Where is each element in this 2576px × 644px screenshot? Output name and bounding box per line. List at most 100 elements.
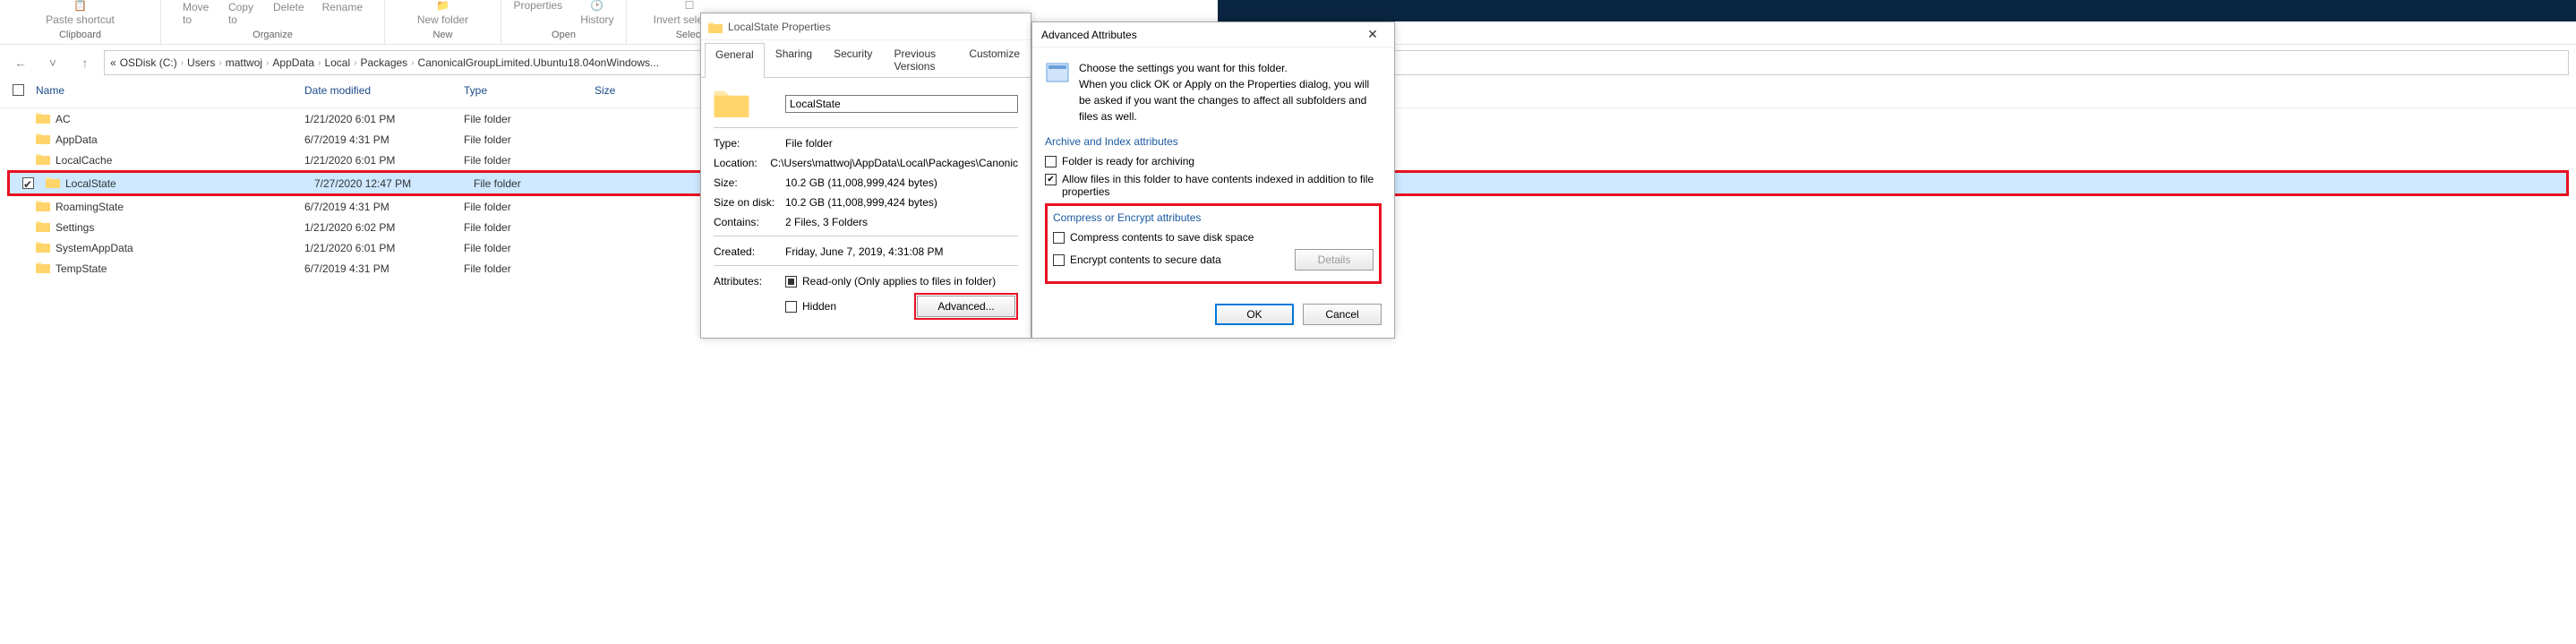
file-name: RoamingState — [56, 201, 304, 213]
folder-name-input[interactable] — [785, 95, 1018, 113]
file-date: 1/21/2020 6:01 PM — [304, 113, 464, 125]
close-button[interactable]: ✕ — [1356, 24, 1389, 46]
file-date: 7/27/2020 12:47 PM — [314, 177, 474, 190]
file-date: 1/21/2020 6:01 PM — [304, 242, 464, 254]
nav-dropdown-button[interactable]: ˅ — [39, 51, 66, 74]
value-size: 10.2 GB (11,008,999,424 bytes) — [785, 176, 1018, 189]
hidden-label: Hidden — [802, 300, 836, 313]
file-type: File folder — [464, 113, 595, 125]
folder-icon — [36, 152, 56, 167]
compress-label: Compress contents to save disk space — [1070, 231, 1254, 244]
rename-button[interactable]: Rename — [319, 1, 366, 13]
ribbon-group-organize: Organize — [252, 26, 293, 44]
folder-icon — [36, 199, 56, 214]
group-archive-index: Archive and Index attributes — [1045, 135, 1382, 148]
label-contains: Contains: — [714, 216, 785, 228]
chevron-right-icon: › — [318, 58, 321, 68]
allow-index-checkbox[interactable]: ✔ — [1045, 174, 1057, 185]
breadcrumb-item[interactable]: Local — [324, 56, 350, 69]
tab-previous-versions[interactable]: Previous Versions — [883, 42, 958, 77]
cancel-button[interactable]: Cancel — [1303, 304, 1382, 325]
allow-index-label: Allow files in this folder to have conte… — [1062, 173, 1382, 198]
breadcrumb-item[interactable]: « — [110, 56, 116, 69]
ok-button[interactable]: OK — [1215, 304, 1294, 325]
tab-general[interactable]: General — [705, 43, 765, 78]
dialog-title-bar[interactable]: LocalState Properties — [701, 13, 1031, 40]
dialog-title: LocalState Properties — [728, 21, 831, 33]
properties-dialog: LocalState Properties General Sharing Se… — [700, 13, 1031, 339]
encrypt-checkbox[interactable] — [1053, 254, 1065, 266]
file-name: Settings — [56, 221, 304, 234]
folder-icon — [36, 261, 56, 276]
column-type[interactable]: Type — [464, 84, 595, 99]
ribbon-group-open: Open — [552, 26, 576, 44]
move-to-button[interactable]: Move to — [179, 1, 214, 26]
column-modified[interactable]: Date modified — [304, 84, 464, 99]
archive-ready-label: Folder is ready for archiving — [1062, 155, 1194, 167]
info-icon — [1045, 60, 1070, 125]
file-type: File folder — [464, 133, 595, 146]
details-button[interactable]: Details — [1295, 249, 1374, 270]
dialog-title-bar[interactable]: Advanced Attributes ✕ — [1032, 22, 1394, 47]
value-size-on-disk: 10.2 GB (11,008,999,424 bytes) — [785, 196, 1018, 209]
file-type: File folder — [464, 242, 595, 254]
select-all-checkbox[interactable] — [13, 84, 24, 96]
encrypt-label: Encrypt contents to secure data — [1070, 253, 1221, 266]
advanced-button[interactable]: Advanced... — [917, 296, 1015, 317]
folder-icon — [36, 132, 56, 147]
breadcrumb-item[interactable]: Packages — [360, 56, 407, 69]
label-attributes: Attributes: — [714, 275, 785, 288]
label-size: Size: — [714, 176, 785, 189]
hidden-checkbox[interactable] — [785, 301, 797, 313]
file-name: LocalState — [65, 177, 314, 190]
file-name: AC — [56, 113, 304, 125]
ribbon-group-new: New — [432, 26, 452, 44]
nav-up-button[interactable]: ↑ — [72, 51, 98, 74]
file-date: 1/21/2020 6:01 PM — [304, 154, 464, 167]
copy-to-button[interactable]: Copy to — [225, 1, 259, 26]
column-size[interactable]: Size — [595, 84, 648, 99]
folder-icon — [36, 111, 56, 126]
breadcrumb-item[interactable]: Users — [187, 56, 215, 69]
breadcrumb-item[interactable]: OSDisk (C:) — [120, 56, 177, 69]
label-location: Location: — [714, 157, 770, 169]
file-type: File folder — [464, 262, 595, 275]
folder-icon — [708, 21, 723, 33]
history-button[interactable]: 🕑 History — [577, 0, 617, 26]
file-date: 6/7/2019 4:31 PM — [304, 201, 464, 213]
readonly-checkbox[interactable] — [785, 276, 797, 288]
breadcrumb-item[interactable]: mattwoj — [226, 56, 262, 69]
chevron-right-icon: › — [181, 58, 184, 68]
advanced-attributes-dialog: Advanced Attributes ✕ Choose the setting… — [1031, 21, 1395, 339]
tab-security[interactable]: Security — [823, 42, 883, 77]
file-date: 6/7/2019 4:31 PM — [304, 262, 464, 275]
breadcrumb-item[interactable]: AppData — [272, 56, 314, 69]
file-name: LocalCache — [56, 154, 304, 167]
label-size-on-disk: Size on disk: — [714, 196, 785, 209]
chevron-right-icon: › — [411, 58, 414, 68]
delete-button[interactable]: Delete — [270, 1, 308, 13]
compress-checkbox[interactable] — [1053, 232, 1065, 244]
new-folder-icon: 📁 — [436, 0, 449, 12]
folder-big-icon — [714, 87, 785, 120]
ribbon-group-clipboard: Clipboard — [59, 26, 101, 44]
label-type: Type: — [714, 137, 785, 150]
nav-back-button[interactable]: ← — [7, 51, 34, 74]
tab-customize[interactable]: Customize — [958, 42, 1031, 77]
intro-text-1: Choose the settings you want for this fo… — [1079, 60, 1382, 76]
background-dark-panel — [1218, 0, 2576, 21]
folder-icon — [36, 240, 56, 255]
archive-ready-checkbox[interactable] — [1045, 156, 1057, 167]
new-folder-button[interactable]: 📁 New folder — [414, 0, 472, 26]
file-name: TempState — [56, 262, 304, 275]
column-name[interactable]: Name — [36, 84, 304, 99]
paste-shortcut-button[interactable]: 📋 Paste shortcut — [42, 0, 118, 26]
chevron-right-icon: › — [354, 58, 356, 68]
breadcrumb-item[interactable]: CanonicalGroupLimited.Ubuntu18.04onWindo… — [418, 56, 660, 69]
label-created: Created: — [714, 245, 785, 258]
tab-sharing[interactable]: Sharing — [765, 42, 823, 77]
properties-button[interactable]: Properties — [509, 0, 566, 12]
row-checkbox[interactable]: ✔ — [22, 177, 34, 189]
file-date: 6/7/2019 4:31 PM — [304, 133, 464, 146]
folder-icon — [46, 176, 65, 191]
